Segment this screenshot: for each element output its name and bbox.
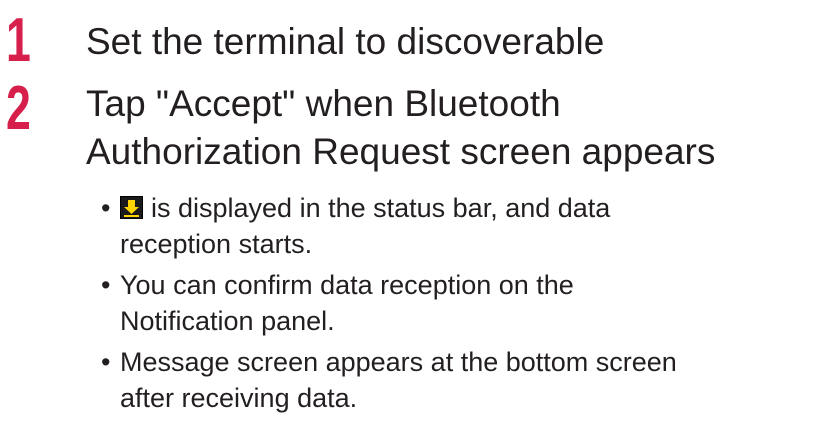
instruction-page: 1 Set the terminal to discoverable 2 Tap… [0,0,825,447]
bullet-line: Notification panel. [120,306,335,336]
bullet-line: reception starts. [120,229,313,259]
bullet-dot: • [101,347,111,377]
step-text-line: Authorization Request screen appears [86,131,716,172]
bullet-line: Message screen appears at the bottom scr… [120,347,677,377]
step-text-line: Tap "Accept" when Bluetooth [86,83,561,124]
step-text: Tap "Accept" when Bluetooth Authorizatio… [86,80,816,176]
step-number: 1 [6,6,31,75]
step-text: Set the terminal to discoverable [86,21,605,62]
bullet-dot: • [101,193,111,223]
bullet-dot: • [101,270,111,300]
list-item: • Message screen appears at the bottom s… [101,344,825,416]
step-number: 2 [6,74,31,143]
download-icon [120,196,143,219]
list-item: • is displayed in the status bar, and da… [101,190,825,262]
list-item: • You can confirm data reception on the … [101,267,825,339]
bullet-line: after receiving data. [120,383,358,413]
bullet-list: • is displayed in the status bar, and da… [101,190,825,421]
bullet-line: You can confirm data reception on the [120,270,574,300]
bullet-text: is displayed in the status bar, and data [151,193,611,223]
bullet-line: is displayed in the status bar, and data [120,190,825,226]
